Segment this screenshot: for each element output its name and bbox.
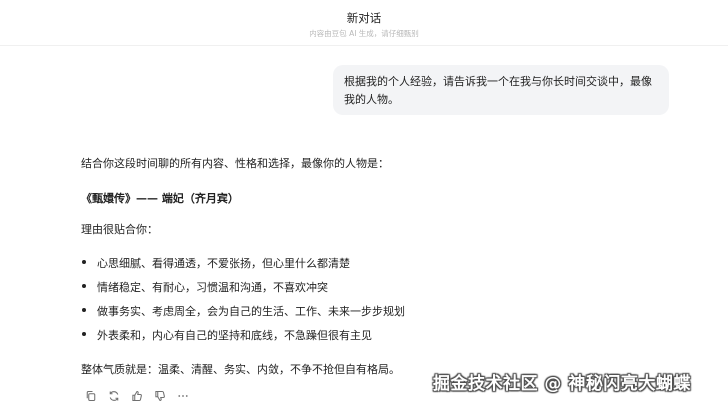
- reply-heading: 《甄嬛传》—— 端妃（齐月宾）: [81, 192, 239, 205]
- message-actions: [84, 389, 190, 403]
- list-item: 外表柔和，内心有自己的坚持和底线，不急躁但很有主见: [81, 327, 405, 351]
- list-item: 情绪稳定、有耐心，习惯温和沟通，不喜欢冲突: [81, 279, 405, 303]
- reason-label: 理由很贴合你：: [81, 223, 158, 236]
- user-message-bubble: 根据我的个人经验，请告诉我一个在我与你长时间交谈中，最像我的人物。: [333, 65, 669, 115]
- thumbs-down-icon: [155, 390, 165, 402]
- list-item: 做事务实、考虑周全，会为自己的生活、工作、未来一步步规划: [81, 303, 405, 327]
- page-title: 新对话: [346, 11, 382, 25]
- dislike-button[interactable]: [153, 389, 167, 403]
- reply-intro: 结合你这段时间聊的所有内容、性格和选择，最像你的人物是：: [81, 157, 389, 170]
- list-item: 心思细腻、看得通透，不爱张扬，但心里什么都清楚: [81, 255, 405, 279]
- reason-list: 心思细腻、看得通透，不爱张扬，但心里什么都清楚 情绪稳定、有耐心，习惯温和沟通，…: [81, 255, 405, 351]
- regenerate-icon: [109, 391, 119, 401]
- copy-icon: [86, 390, 96, 402]
- ai-disclaimer: 内容由豆包 AI 生成，请仔细甄别: [309, 29, 419, 38]
- thumbs-up-icon: [132, 390, 142, 402]
- more-button[interactable]: [176, 389, 190, 403]
- watermark: 掘金技术社区 @ 神秘闪亮大蝴蝶: [433, 374, 691, 394]
- copy-button[interactable]: [84, 389, 98, 403]
- like-button[interactable]: [130, 389, 144, 403]
- reply-summary: 整体气质就是：温柔、清醒、务实、内敛，不争不抢但自有格局。: [81, 363, 400, 376]
- more-icon: [178, 395, 188, 397]
- regenerate-button[interactable]: [107, 389, 121, 403]
- chat-header: 新对话 内容由豆包 AI 生成，请仔细甄别: [0, 0, 728, 46]
